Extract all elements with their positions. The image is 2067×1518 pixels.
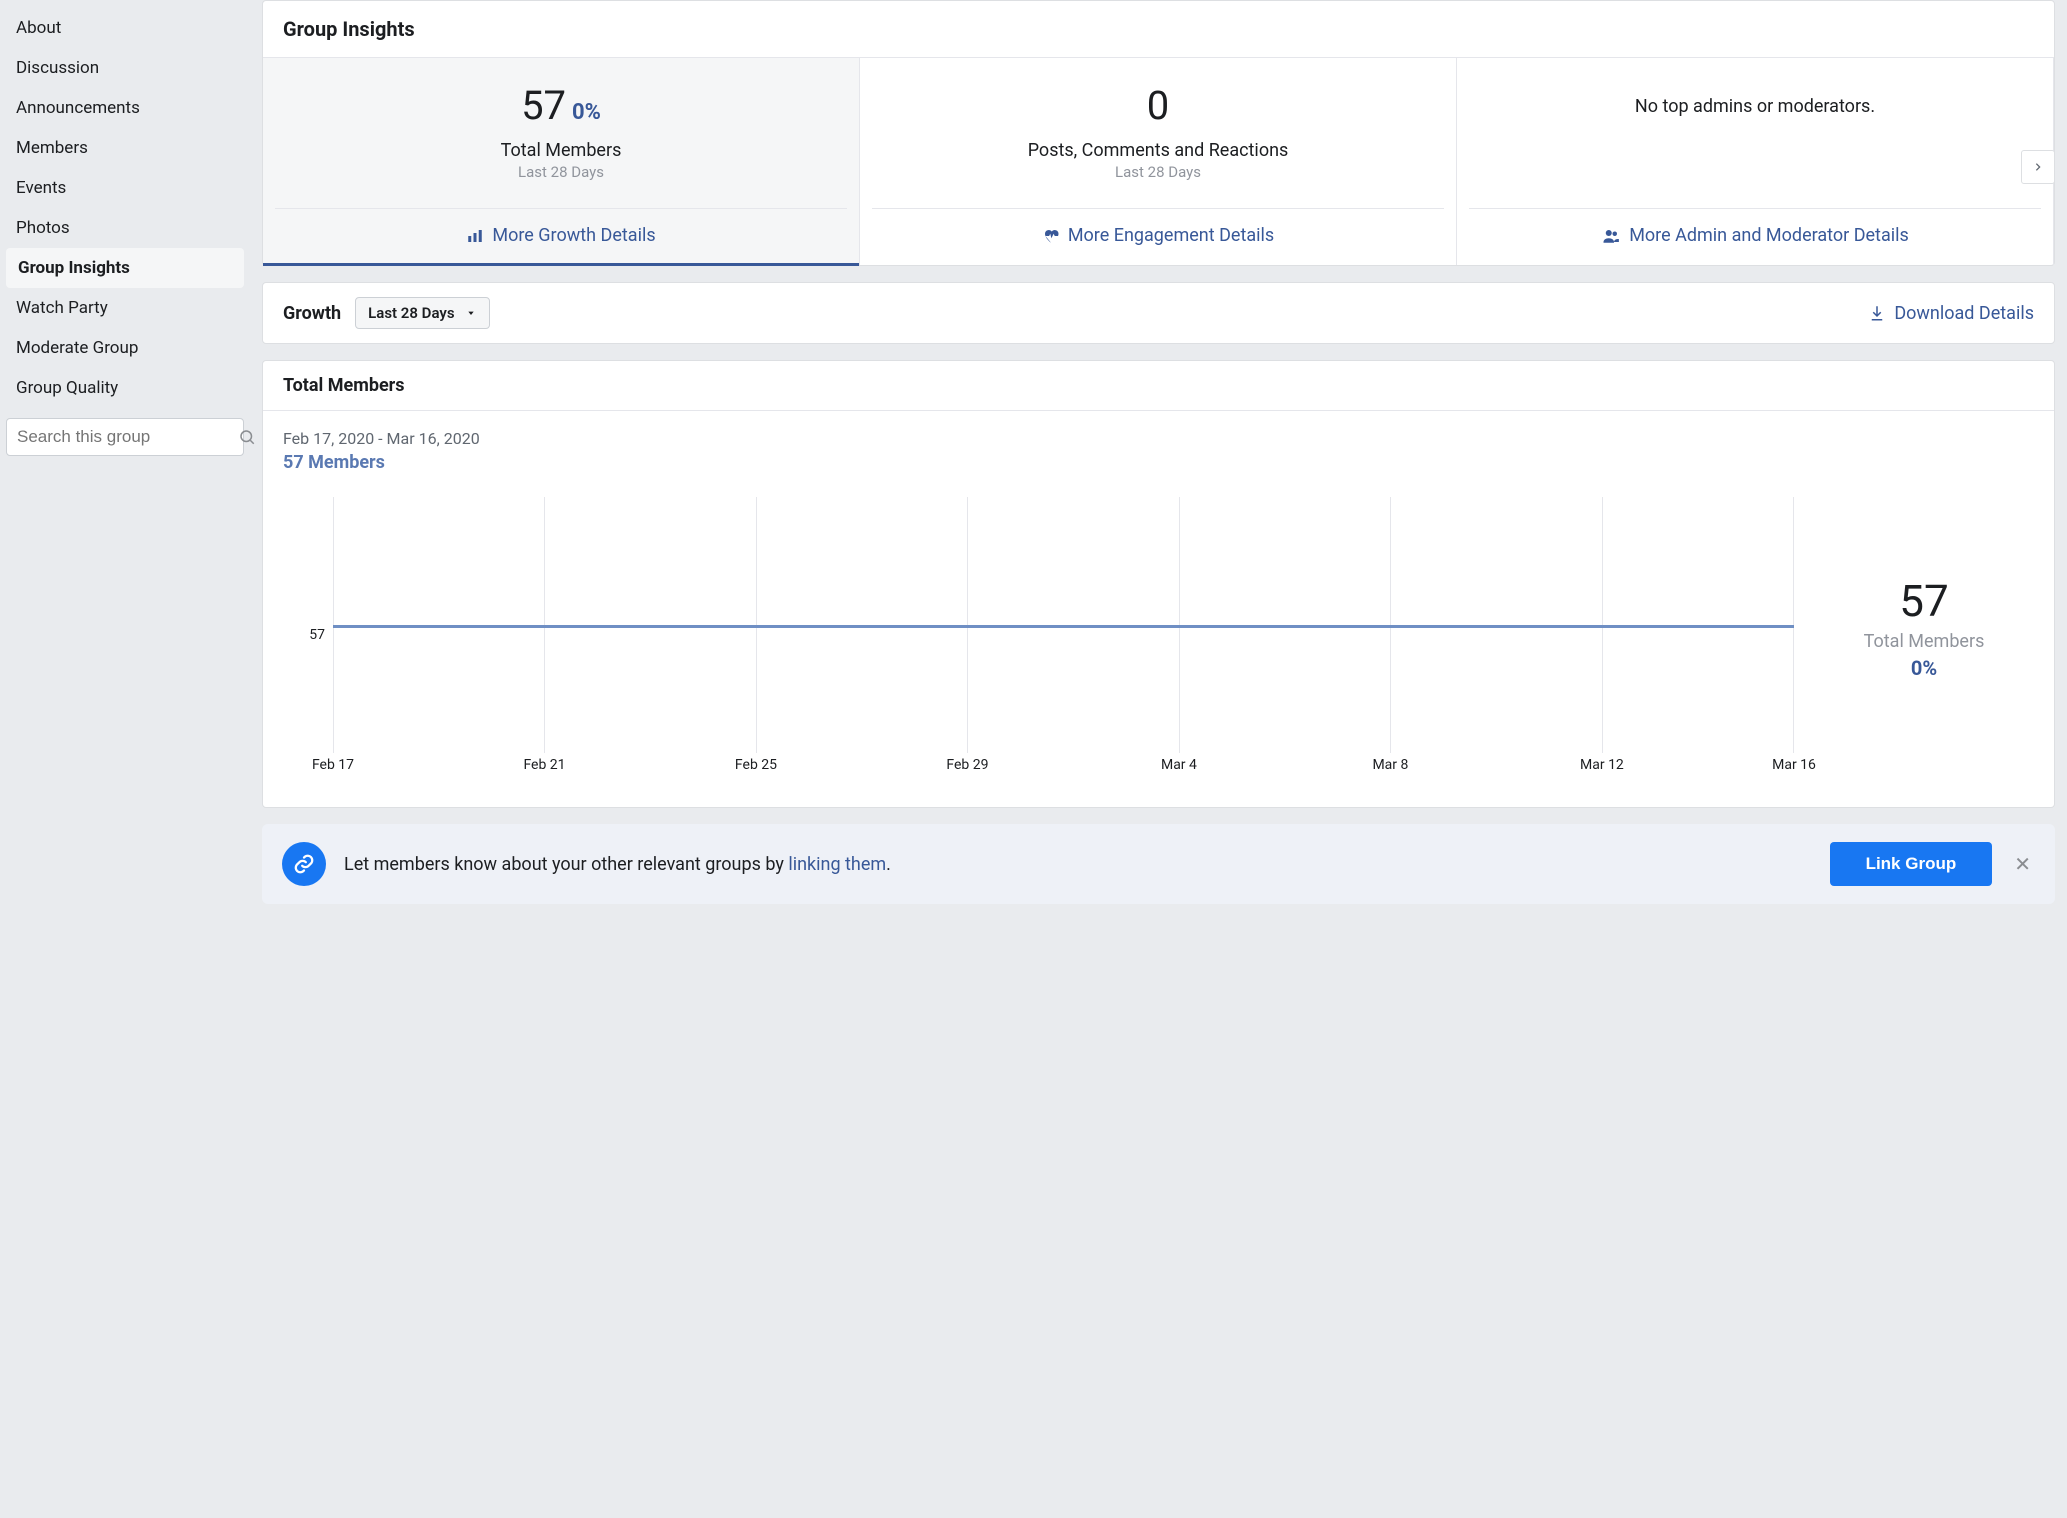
sidebar-item-moderate-group[interactable]: Moderate Group — [0, 328, 250, 368]
page-title: Group Insights — [263, 1, 2054, 58]
sidebar-item-discussion[interactable]: Discussion — [0, 48, 250, 88]
close-icon: ✕ — [2014, 852, 2031, 876]
side-stat-pct: 0% — [1911, 656, 1937, 680]
total-members-chart-panel: Total Members Feb 17, 2020 - Mar 16, 202… — [262, 360, 2055, 808]
side-stat-value: 57 — [1899, 575, 1948, 627]
insights-summary-panel: Group Insights 570% Total Members Last 2… — [262, 0, 2055, 266]
close-banner-button[interactable]: ✕ — [2010, 848, 2035, 880]
sidebar: About Discussion Announcements Members E… — [0, 0, 250, 1518]
sidebar-item-group-quality[interactable]: Group Quality — [0, 368, 250, 408]
growth-pct: 0% — [572, 100, 601, 125]
more-engagement-link[interactable]: More Engagement Details — [872, 208, 1444, 262]
x-label: Mar 12 — [1580, 757, 1624, 773]
growth-title: Total Members — [283, 140, 839, 161]
caret-down-icon — [465, 309, 477, 317]
x-label: Feb 29 — [946, 757, 988, 773]
cards-next-arrow[interactable] — [2021, 150, 2055, 184]
sidebar-item-events[interactable]: Events — [0, 168, 250, 208]
chart-side-stat: 57 Total Members 0% — [1814, 477, 2034, 777]
sidebar-item-announcements[interactable]: Announcements — [0, 88, 250, 128]
side-stat-label: Total Members — [1864, 631, 1985, 652]
bar-chart-icon — [466, 227, 484, 245]
x-label: Mar 8 — [1372, 757, 1408, 773]
growth-value: 57 — [521, 82, 566, 129]
x-label: Feb 25 — [735, 757, 777, 773]
chart-title: Total Members — [263, 361, 2054, 411]
x-label: Mar 16 — [1772, 757, 1816, 773]
sidebar-item-group-insights[interactable]: Group Insights — [6, 248, 244, 288]
heartbeat-icon — [1042, 227, 1060, 245]
engagement-value: 0 — [880, 86, 1436, 126]
chart-data-line — [333, 625, 1794, 628]
chevron-right-icon — [2033, 159, 2043, 175]
x-label: Mar 4 — [1161, 757, 1197, 773]
linking-them-link[interactable]: linking them — [788, 854, 886, 875]
sidebar-item-watch-party[interactable]: Watch Party — [0, 288, 250, 328]
download-icon — [1868, 304, 1886, 322]
search-input[interactable] — [17, 427, 238, 447]
date-range-dropdown[interactable]: Last 28 Days — [355, 297, 489, 329]
users-icon — [1601, 227, 1621, 245]
sidebar-item-members[interactable]: Members — [0, 128, 250, 168]
x-label: Feb 17 — [312, 757, 354, 773]
growth-sub: Last 28 Days — [283, 163, 839, 181]
growth-filter-panel: Growth Last 28 Days Download Details — [262, 282, 2055, 344]
chart-date-range: Feb 17, 2020 - Mar 16, 2020 — [283, 429, 2034, 448]
chart-series-summary: 57 Members — [283, 452, 2034, 473]
admin-card[interactable]: No top admins or moderators. More Admin … — [1457, 58, 2054, 265]
engagement-sub: Last 28 Days — [880, 163, 1436, 181]
sidebar-item-photos[interactable]: Photos — [0, 208, 250, 248]
download-details-link[interactable]: Download Details — [1868, 303, 2034, 324]
admin-empty-text: No top admins or moderators. — [1477, 86, 2033, 117]
growth-card[interactable]: 570% Total Members Last 28 Days More Gro… — [263, 58, 860, 265]
sidebar-item-about[interactable]: About — [0, 8, 250, 48]
link-group-banner: Let members know about your other releva… — [262, 824, 2055, 904]
banner-text: Let members know about your other releva… — [344, 854, 1812, 875]
search-input-wrap[interactable] — [6, 418, 244, 456]
x-label: Feb 21 — [523, 757, 565, 773]
link-group-button[interactable]: Link Group — [1830, 842, 1993, 886]
chart-plot-area: 57 Feb 17 Feb 21 — [283, 477, 1814, 777]
more-growth-link[interactable]: More Growth Details — [275, 208, 847, 262]
link-icon — [282, 842, 326, 886]
engagement-title: Posts, Comments and Reactions — [880, 140, 1436, 161]
growth-section-title: Growth — [283, 303, 341, 324]
y-tick: 57 — [309, 627, 325, 643]
engagement-card[interactable]: 0 Posts, Comments and Reactions Last 28 … — [860, 58, 1457, 265]
more-admin-link[interactable]: More Admin and Moderator Details — [1469, 208, 2041, 262]
